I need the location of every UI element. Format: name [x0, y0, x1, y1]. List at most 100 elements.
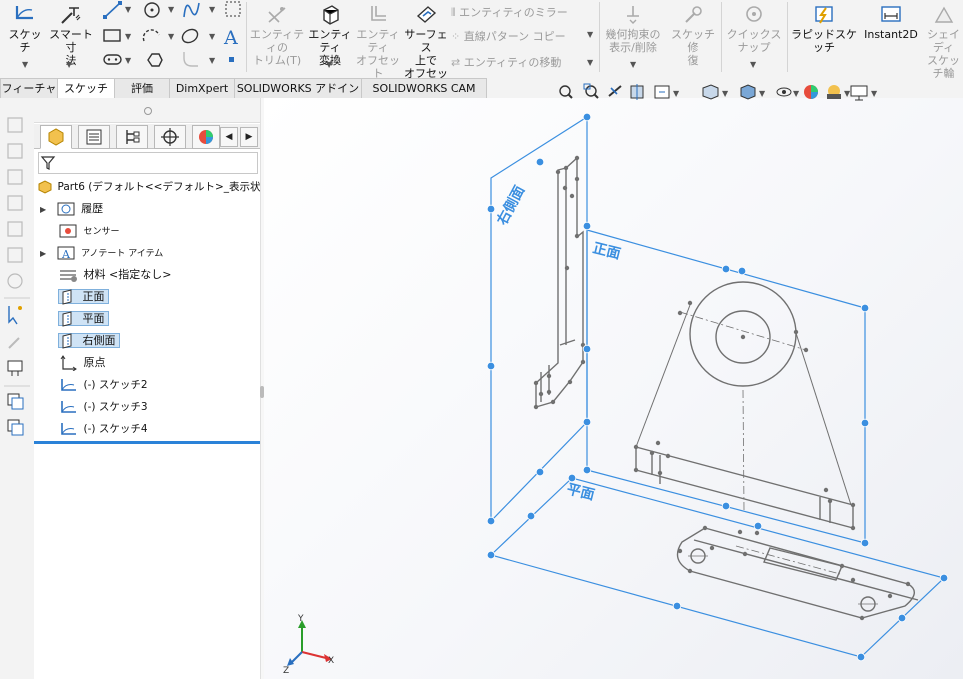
polygon-icon[interactable]: [147, 53, 163, 67]
convert-entities-button[interactable]: エンティティ 変換: [307, 4, 353, 67]
tree-right-plane-node[interactable]: 右側面: [58, 331, 120, 351]
tree-sketch4-node[interactable]: (-) スケッチ4: [58, 419, 148, 439]
tree-front-plane-node[interactable]: 正面: [58, 287, 109, 307]
tree-origin-node[interactable]: 原点: [58, 353, 106, 373]
rectangle-icon[interactable]: [103, 29, 121, 42]
extrude-icon[interactable]: [7, 117, 23, 133]
fillet-feature-icon[interactable]: [7, 273, 23, 289]
front-plane[interactable]: [586, 229, 866, 544]
view-settings-icon[interactable]: [850, 85, 868, 101]
slot-dropdown[interactable]: ▼: [125, 56, 131, 65]
display-manager-tab[interactable]: [192, 125, 220, 149]
zoom-to-area-icon[interactable]: [583, 83, 599, 99]
sketch4-profile[interactable]: [676, 525, 919, 621]
sketch-chamfer-icon[interactable]: [7, 360, 23, 376]
dropdown-arrow-icon[interactable]: ▼: [722, 89, 729, 98]
revolve-icon[interactable]: [7, 143, 23, 159]
dropdown-arrow-icon[interactable]: ▼: [871, 89, 878, 98]
dropdown-arrow-icon[interactable]: ▼: [844, 89, 851, 98]
tree-sketch2-node[interactable]: (-) スケッチ2: [58, 375, 148, 395]
fillet-icon[interactable]: [183, 52, 198, 67]
property-manager-tab[interactable]: [78, 125, 110, 149]
sketch2-profile[interactable]: [533, 155, 586, 410]
section-view-icon[interactable]: [630, 84, 644, 100]
tree-part-node[interactable]: Part6 (デフォルト<<デフォルト>_表示状態 1>: [36, 177, 290, 197]
arc-dropdown[interactable]: ▼: [168, 32, 174, 41]
filter-icon[interactable]: [39, 153, 59, 173]
boundary-icon[interactable]: [7, 221, 23, 237]
display-delete-relations-button[interactable]: 幾何拘束の 表示/削除: [601, 4, 665, 54]
tab-features[interactable]: フィーチャー: [0, 78, 58, 114]
slot-icon[interactable]: [103, 54, 122, 65]
trim-entities-button[interactable]: エンティティの トリム(T): [248, 4, 306, 67]
instant2d-button[interactable]: Instant2D: [860, 4, 922, 41]
tab-scroll-right-button[interactable]: ▶: [240, 127, 258, 147]
circle-dropdown[interactable]: ▼: [168, 5, 174, 14]
tab-sketch[interactable]: スケッチ: [57, 78, 115, 98]
edit-appearance-icon[interactable]: [804, 85, 818, 99]
tab-scroll-left-button[interactable]: ◀: [220, 127, 238, 147]
graphics-area[interactable]: 右側面 正面 平面 Y X Z: [264, 98, 963, 679]
dynamic-annotation-icon[interactable]: [654, 85, 670, 99]
offset-entities-button[interactable]: エンティティ オフセット: [355, 4, 401, 80]
mirror-entities-button[interactable]: ⫴ エンティティのミラー: [451, 4, 568, 20]
dropdown-arrow-icon[interactable]: ▼: [759, 89, 766, 98]
fillet-dropdown[interactable]: ▼: [209, 56, 215, 65]
tree-sensors-node[interactable]: センサー: [58, 221, 120, 241]
panel-gripper-icon[interactable]: [144, 107, 152, 115]
smart-dimension-dropdown-arrow[interactable]: ▼: [66, 60, 72, 69]
tab-solidworks-addins[interactable]: SOLIDWORKS アドイン: [234, 78, 362, 98]
smart-dimension-button[interactable]: スマート寸 法: [48, 4, 94, 67]
configuration-manager-tab[interactable]: [116, 125, 148, 149]
quick-snaps-dropdown[interactable]: ▼: [750, 60, 756, 69]
sketch-dropdown-arrow[interactable]: ▼: [22, 60, 28, 69]
linear-pattern-button[interactable]: ⁘ 直線パターン コピー: [451, 28, 566, 44]
tree-material-node[interactable]: 材料 <指定なし>: [58, 265, 171, 285]
loft-icon[interactable]: [7, 195, 23, 211]
arc-icon[interactable]: [142, 29, 160, 42]
quick-snaps-button[interactable]: クイックスナップ: [723, 4, 785, 54]
ellipse-icon[interactable]: [180, 27, 200, 45]
tree-history-node[interactable]: ▶ 履歴: [40, 199, 103, 219]
right-plane[interactable]: [490, 115, 588, 523]
repair-sketch-button[interactable]: スケッチ修 復: [667, 4, 719, 67]
repair-icon[interactable]: [8, 337, 20, 349]
display-style-icon[interactable]: [740, 84, 756, 100]
ellipse-dropdown[interactable]: ▼: [209, 32, 215, 41]
move-entities-button[interactable]: ⇄ エンティティの移動: [451, 54, 561, 70]
tree-top-plane-node[interactable]: 平面: [58, 309, 109, 329]
linear-pattern-dropdown[interactable]: ▼: [587, 30, 593, 39]
previous-view-icon[interactable]: [608, 85, 622, 97]
feature-manager-tab[interactable]: [40, 125, 72, 149]
cut-icon[interactable]: [7, 247, 23, 263]
rectangle-dropdown[interactable]: ▼: [125, 32, 131, 41]
sketch3-profile[interactable]: [633, 281, 856, 531]
grid-icon[interactable]: [225, 1, 241, 17]
dropdown-arrow-icon[interactable]: ▼: [793, 89, 800, 98]
spline-icon[interactable]: [183, 2, 200, 18]
tree-sketch3-node[interactable]: (-) スケッチ3: [58, 397, 148, 417]
view-orientation-icon[interactable]: [702, 84, 719, 100]
expand-icon[interactable]: ▶: [40, 249, 46, 258]
circle-icon[interactable]: [144, 2, 160, 18]
rapid-sketch-button[interactable]: ラピッドスケッチ: [790, 4, 858, 54]
move-dropdown[interactable]: ▼: [587, 58, 593, 67]
line-dropdown[interactable]: ▼: [125, 5, 131, 14]
zoom-to-fit-icon[interactable]: [559, 85, 573, 99]
hide-show-items-icon[interactable]: [776, 87, 792, 97]
convert-dropdown-arrow[interactable]: ▼: [326, 60, 332, 69]
dropdown-arrow-icon[interactable]: ▼: [673, 89, 680, 98]
tab-dimxpert[interactable]: DimXpert: [169, 78, 235, 98]
filter-box[interactable]: [38, 152, 258, 174]
select-icon[interactable]: [8, 306, 22, 325]
dimxpert-manager-tab[interactable]: [154, 125, 186, 149]
relations-dropdown[interactable]: ▼: [630, 60, 636, 69]
line-icon[interactable]: [103, 1, 122, 19]
paste-icon[interactable]: [7, 419, 24, 436]
scene-icon[interactable]: [827, 85, 841, 99]
text-icon[interactable]: A: [223, 27, 238, 49]
tree-annotations-node[interactable]: ▶ A アノテート アイテム: [40, 243, 163, 263]
sweep-icon[interactable]: [7, 169, 23, 185]
copy-icon[interactable]: [7, 393, 24, 410]
tab-solidworks-cam[interactable]: SOLIDWORKS CAM: [361, 78, 487, 98]
